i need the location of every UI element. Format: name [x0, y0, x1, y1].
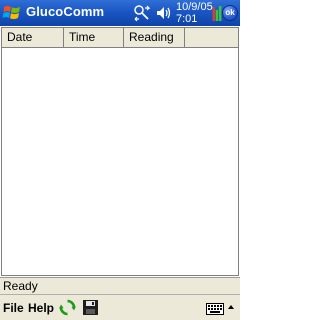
clock-date: 10/9/05 [176, 1, 213, 13]
keyboard-icon[interactable] [206, 303, 224, 315]
list-header: Date Time Reading [2, 28, 238, 48]
save-icon[interactable] [82, 299, 99, 316]
menu-help[interactable]: Help [28, 301, 54, 315]
menu-file[interactable]: File [3, 301, 24, 315]
column-header-reading[interactable]: Reading [124, 28, 185, 48]
refresh-icon[interactable] [59, 299, 76, 316]
input-panel-arrow-icon[interactable] [226, 300, 236, 316]
column-header-filler [185, 28, 238, 48]
clock-time: 7:01 [176, 13, 198, 25]
command-bar: File Help [0, 294, 240, 320]
column-header-date[interactable]: Date [2, 28, 64, 48]
ok-button[interactable]: ok [222, 5, 238, 21]
clock[interactable]: 10/9/05 7:01 [176, 1, 213, 25]
connectivity-icon[interactable] [133, 4, 151, 22]
readings-list[interactable]: Date Time Reading [1, 27, 239, 276]
battery-icon[interactable] [212, 5, 222, 21]
volume-icon[interactable] [155, 5, 171, 21]
status-bar: Ready [0, 277, 240, 294]
status-text: Ready [3, 279, 38, 293]
column-header-time[interactable]: Time [64, 28, 124, 48]
windows-start-icon[interactable] [2, 3, 22, 23]
app-title: GlucoComm [26, 4, 105, 19]
title-bar: GlucoComm 10/9/05 7:01 ok [0, 0, 240, 26]
